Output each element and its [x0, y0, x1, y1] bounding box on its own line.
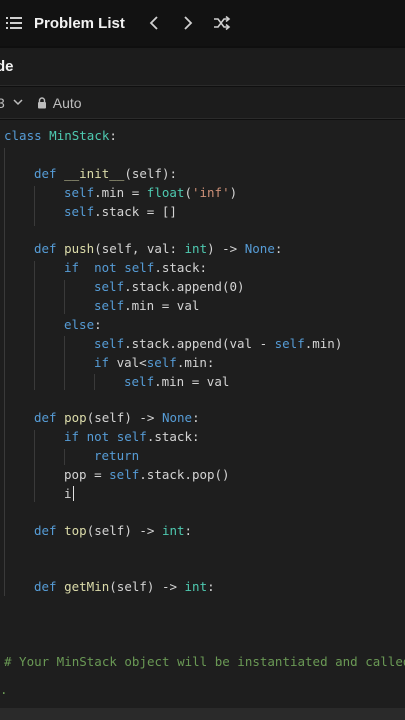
- indent-guide: [64, 336, 65, 390]
- indent-guide: [34, 430, 35, 502]
- text-cursor: [72, 486, 74, 501]
- list-icon[interactable]: [6, 14, 24, 32]
- indent-guide: [64, 280, 65, 314]
- indent-guide: [34, 261, 35, 390]
- top-bar: Problem List: [0, 0, 405, 46]
- code-editor[interactable]: class MinStack: def __init__(self): self…: [0, 120, 405, 708]
- lock-icon: [37, 96, 47, 109]
- code-line: class MinStack:: [4, 128, 117, 143]
- code-line: self.min = val: [124, 374, 230, 389]
- code-line: else:: [64, 317, 102, 332]
- code-line: def pop(self) -> None:: [34, 410, 200, 425]
- code-line: pop = self.stack.pop(): [64, 467, 230, 482]
- indent-guide: [94, 374, 95, 390]
- bottom-bar: [0, 708, 405, 720]
- code-line: self.stack.append(0): [94, 279, 245, 294]
- editor-toolbar: 3 Auto: [0, 87, 405, 119]
- code-line-cursor[interactable]: i: [64, 484, 74, 503]
- indent-guide: [34, 186, 35, 226]
- code-line: self.min = val: [94, 298, 200, 313]
- code-line: def push(self, val: int) -> None:: [34, 241, 283, 256]
- code-line: def __init__(self):: [34, 166, 178, 181]
- code-line: self.min = float('inf'): [64, 185, 238, 200]
- code-line: self.stack = []: [64, 204, 177, 219]
- indent-guide: [4, 148, 5, 596]
- code-line: def getMin(self) -> int:: [34, 579, 215, 594]
- code-line: if not self.stack:: [64, 260, 208, 275]
- code-line: return: [94, 448, 140, 463]
- code-line: if not self.stack:: [64, 429, 200, 444]
- chevron-down-icon[interactable]: [13, 99, 23, 106]
- code-line: if val<self.min:: [94, 355, 215, 370]
- code-line: .: [0, 682, 8, 697]
- language-selector[interactable]: 3: [0, 95, 5, 111]
- auto-mode-label[interactable]: Auto: [53, 95, 82, 111]
- code-line: self.stack.append(val - self.min): [94, 336, 343, 351]
- code-comment: # Your MinStack object will be instantia…: [4, 654, 405, 669]
- code-line: def top(self) -> int:: [34, 523, 193, 538]
- problem-list-title[interactable]: Problem List: [34, 15, 125, 32]
- shuffle-icon[interactable]: [211, 12, 233, 34]
- indent-guide: [64, 449, 65, 465]
- chevron-right-icon[interactable]: [177, 12, 199, 34]
- chevron-left-icon[interactable]: [143, 12, 165, 34]
- code-tab-bar: de: [0, 48, 405, 86]
- code-tab[interactable]: de: [0, 58, 14, 75]
